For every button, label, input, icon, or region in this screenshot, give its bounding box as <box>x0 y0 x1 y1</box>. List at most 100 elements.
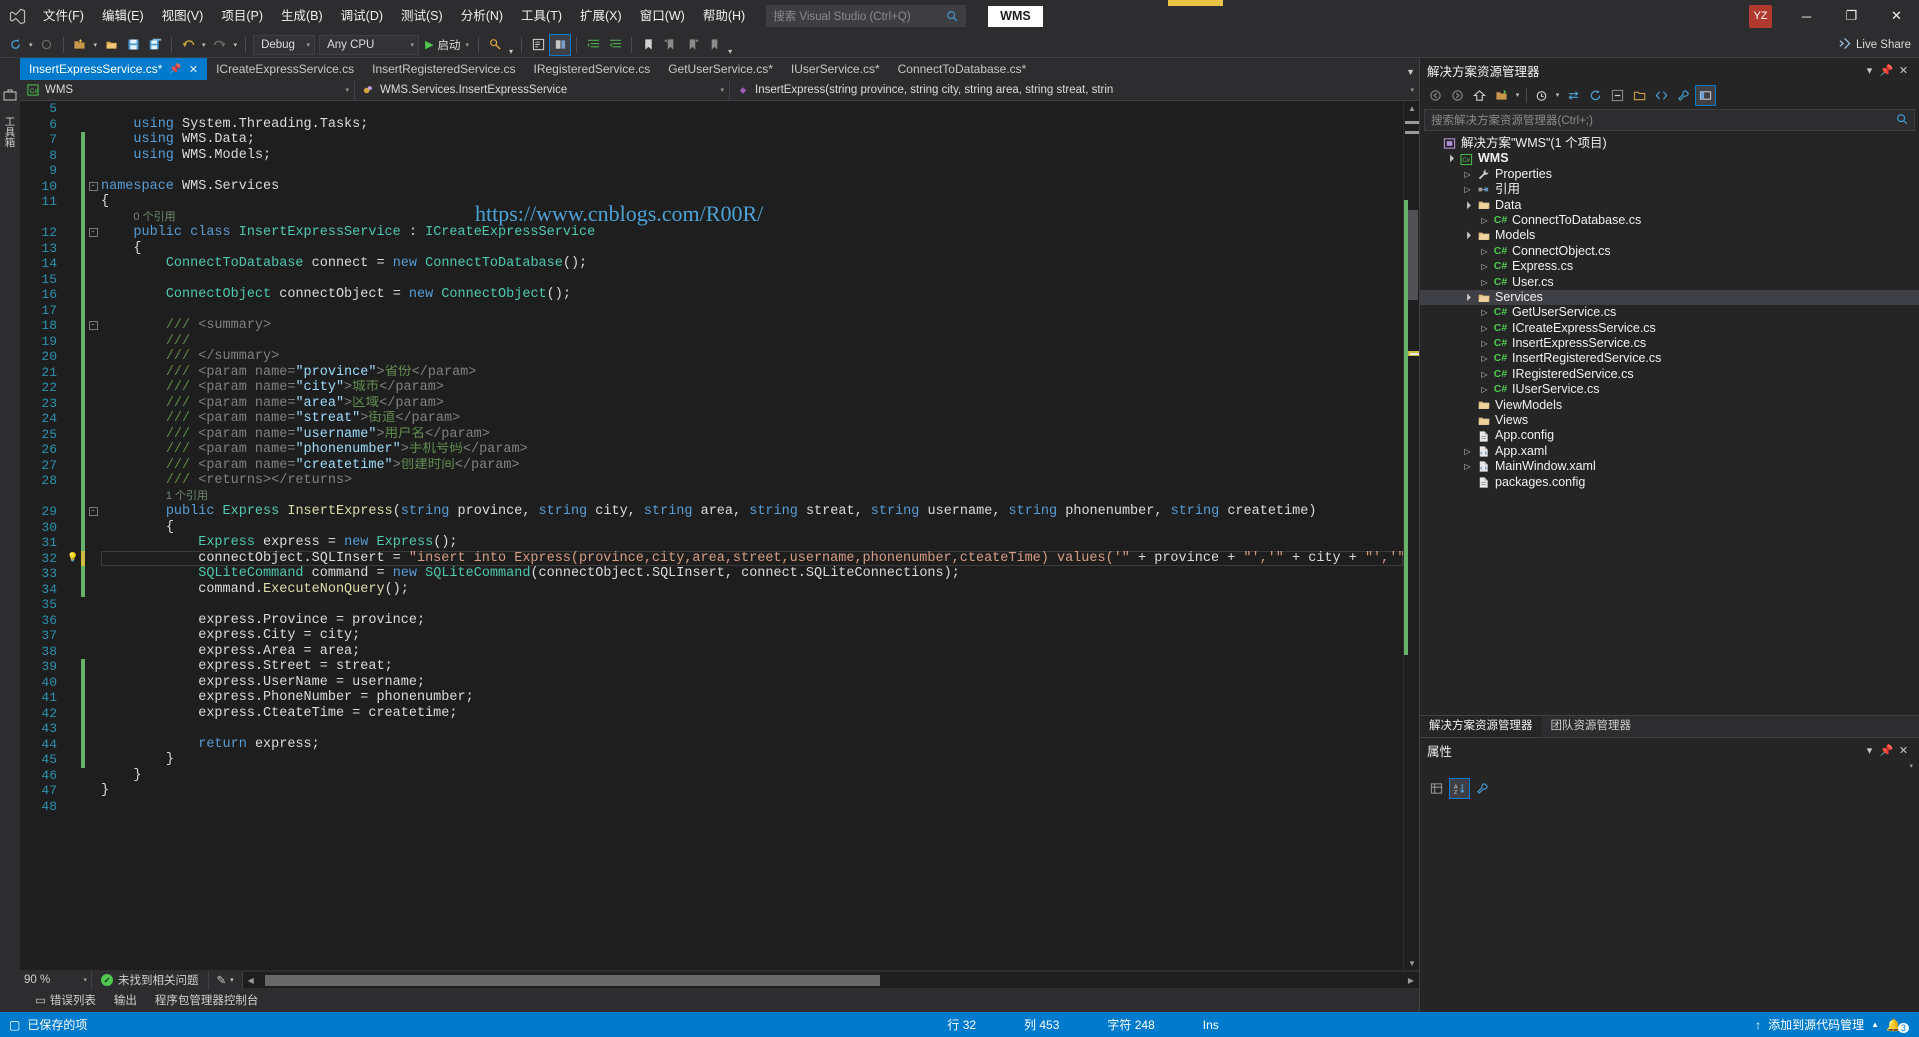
next-bookmark-icon[interactable] <box>681 34 703 56</box>
chevron-up-icon[interactable]: ▲ <box>1871 1020 1879 1029</box>
fold-toggle-icon[interactable]: - <box>85 318 101 334</box>
attach-process-icon[interactable] <box>484 34 506 56</box>
chevron-collapsed-icon[interactable]: ▷ <box>1477 382 1492 397</box>
chevron-down-icon[interactable]: ▾ <box>1909 762 1913 775</box>
chevron-collapsed-icon[interactable]: ▷ <box>1477 321 1492 336</box>
toolbox-icon[interactable] <box>3 88 17 102</box>
close-button[interactable]: ✕ <box>1874 0 1919 32</box>
code-line[interactable]: 7 using WMS.Data; <box>20 132 1403 148</box>
tab-get-user-service[interactable]: GetUserService.cs* <box>659 58 782 80</box>
menu-test[interactable]: 测试(S) <box>392 0 452 32</box>
increase-indent-icon[interactable] <box>582 34 604 56</box>
undo-icon[interactable] <box>177 34 199 56</box>
code-line[interactable]: 43 <box>20 721 1403 737</box>
dock-tab-output[interactable]: 输出 <box>105 991 146 1012</box>
code-text[interactable]: Express express = new Express(); <box>101 535 1403 551</box>
tree-item[interactable]: ▷ Properties <box>1420 167 1919 182</box>
code-text[interactable]: } <box>101 768 1403 784</box>
code-line[interactable]: 24 /// <param name="streat">街道</param> <box>20 411 1403 427</box>
code-text[interactable]: /// <param name="streat">街道</param> <box>101 411 1403 427</box>
undo-dropdown-icon[interactable]: ▾ <box>199 34 209 56</box>
code-lines[interactable]: 56 using System.Threading.Tasks; 7 using … <box>20 101 1403 970</box>
pane-close-icon[interactable]: ✕ <box>1895 64 1912 77</box>
tree-item[interactable]: ▷ C# ConnectObject.cs <box>1420 244 1919 259</box>
chevron-collapsed-icon[interactable]: ▷ <box>1477 244 1492 259</box>
code-text[interactable]: { <box>101 241 1403 257</box>
code-line[interactable]: 16 ConnectObject connectObject = new Con… <box>20 287 1403 303</box>
chevron-collapsed-icon[interactable]: ▷ <box>1477 259 1492 274</box>
save-icon[interactable] <box>122 34 144 56</box>
tree-item[interactable]: packages.config <box>1420 475 1919 490</box>
code-line[interactable]: 22 /// <param name="city">城市</param> <box>20 380 1403 396</box>
home-icon[interactable] <box>1469 85 1490 106</box>
code-text[interactable]: ConnectToDatabase connect = new ConnectT… <box>101 256 1403 272</box>
menu-file[interactable]: 文件(F) <box>34 0 93 32</box>
tree-item[interactable]: ◢ Models <box>1420 228 1919 243</box>
code-text[interactable]: /// <param name="createtime">创建时间</param… <box>101 458 1403 474</box>
property-pages-icon[interactable] <box>1472 778 1493 799</box>
tree-item[interactable]: ◢ Services <box>1420 289 1919 306</box>
chevron-collapsed-icon[interactable]: ▷ <box>1460 459 1475 474</box>
code-text[interactable]: return express; <box>101 737 1403 753</box>
code-line[interactable]: 28 /// <returns></returns> <box>20 473 1403 489</box>
properties-dropdown-icon[interactable]: ▾ <box>1861 744 1878 757</box>
tab-iregistered-service[interactable]: IRegisteredService.cs <box>524 58 660 80</box>
notifications-button[interactable]: 🔔 3 <box>1886 1017 1909 1033</box>
navigate-back-icon[interactable] <box>4 34 26 56</box>
pin-icon[interactable]: 📌 <box>169 64 181 75</box>
code-line[interactable]: 40 express.UserName = username; <box>20 674 1403 690</box>
code-line[interactable]: 6 using System.Threading.Tasks; <box>20 117 1403 133</box>
code-line[interactable]: 20 /// </summary> <box>20 349 1403 365</box>
menu-help[interactable]: 帮助(H) <box>694 0 754 32</box>
properties-grid[interactable] <box>1420 801 1919 1012</box>
code-line[interactable]: 44 return express; <box>20 736 1403 753</box>
menu-view[interactable]: 视图(V) <box>153 0 213 32</box>
code-line[interactable]: 45 } <box>20 752 1403 768</box>
code-line[interactable]: 19 /// <box>20 333 1403 349</box>
chevron-collapsed-icon[interactable]: ▷ <box>1477 367 1492 382</box>
code-line[interactable]: 21 /// <param name="province">省份</param> <box>20 364 1403 380</box>
code-text[interactable]: connectObject.SQLInsert = "insert into E… <box>101 551 1403 567</box>
scroll-down-icon[interactable]: ▼ <box>1404 956 1419 970</box>
code-line[interactable]: 36 express.Province = province; <box>20 613 1403 629</box>
menu-window[interactable]: 窗口(W) <box>631 0 694 32</box>
code-text[interactable]: public Express InsertExpress(string prov… <box>101 504 1403 520</box>
scrollbar-track[interactable] <box>1404 115 1419 956</box>
code-text[interactable]: command.ExecuteNonQuery(); <box>101 582 1403 598</box>
scroll-right-icon[interactable]: ▶ <box>1403 976 1419 985</box>
redo-dropdown-icon[interactable]: ▾ <box>231 34 241 56</box>
code-text[interactable]: express.PhoneNumber = phonenumber; <box>101 690 1403 706</box>
history-icon[interactable] <box>1531 85 1552 106</box>
menu-tools[interactable]: 工具(T) <box>512 0 571 32</box>
start-debug-button[interactable]: ▶ 启动 ▾ <box>421 37 473 53</box>
solution-explorer-tree[interactable]: 解决方案"WMS"(1 个项目) ◢ C# WMS ▷ Properties ▷ 引用 ◢ Dat… <box>1420 134 1919 715</box>
tab-overflow-icon[interactable]: ▼ <box>1406 67 1415 77</box>
zoom-level-select[interactable]: 90 % ▾ <box>20 970 92 990</box>
code-line[interactable]: 41 express.PhoneNumber = phonenumber; <box>20 690 1403 706</box>
code-text[interactable]: ConnectObject connectObject = new Connec… <box>101 287 1403 303</box>
code-line[interactable]: 39 express.Street = streat; <box>20 659 1403 675</box>
tree-item[interactable]: ▷ MainWindow.xaml <box>1420 459 1919 474</box>
code-text[interactable]: /// <returns></returns> <box>101 473 1403 489</box>
back-icon[interactable] <box>1425 85 1446 106</box>
code-line[interactable]: 38 express.Area = area; <box>20 644 1403 660</box>
tab-insert-registered-service[interactable]: InsertRegisteredService.cs <box>363 58 525 80</box>
code-line[interactable]: 12 - public class InsertExpressService : … <box>20 225 1403 241</box>
code-line[interactable]: 34 command.ExecuteNonQuery(); <box>20 581 1403 598</box>
code-line[interactable]: 29 - public Express InsertExpress(string … <box>20 504 1403 520</box>
toolbar-more-icon[interactable]: ▾ <box>506 34 516 56</box>
code-text[interactable]: /// <param name="username">用户名</param> <box>101 427 1403 443</box>
code-line[interactable]: 32 💡 connectObject.SQLInsert = "insert in… <box>20 550 1403 567</box>
code-text[interactable]: express.Province = province; <box>101 613 1403 629</box>
tab-connect-to-database[interactable]: ConnectToDatabase.cs* <box>888 58 1036 80</box>
code-line[interactable]: 13 { <box>20 240 1403 257</box>
code-line[interactable]: 27 /// <param name="createtime">创建时间</pa… <box>20 457 1403 474</box>
code-text[interactable]: express.Street = streat; <box>101 659 1403 675</box>
code-text[interactable]: 0 个引用 <box>101 210 1403 226</box>
code-line[interactable]: 30 { <box>20 519 1403 535</box>
tree-item[interactable]: ▷ C# User.cs <box>1420 275 1919 290</box>
solution-chip[interactable]: WMS <box>988 5 1043 27</box>
tree-item[interactable]: ▷ 引用 <box>1420 182 1919 197</box>
code-line[interactable]: 17 <box>20 302 1403 318</box>
editor-horizontal-scrollbar[interactable]: ◀ ▶ <box>242 972 1419 988</box>
